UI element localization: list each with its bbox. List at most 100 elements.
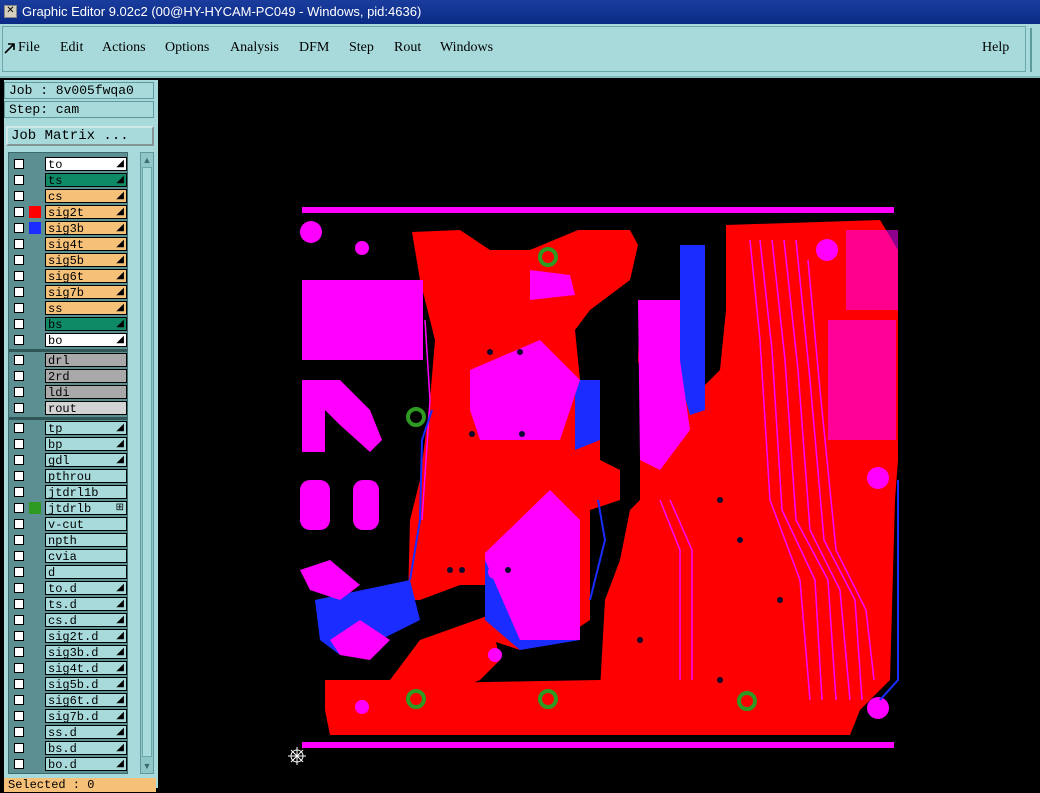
layer-checkbox[interactable] [14, 159, 24, 169]
layer-name[interactable]: sig7b.d ◢ [45, 709, 127, 723]
layer-checkbox[interactable] [14, 695, 24, 705]
layer-color-swatch[interactable] [29, 726, 41, 738]
layer-name[interactable]: bp ◢ [45, 437, 127, 451]
layer-checkbox[interactable] [14, 287, 24, 297]
layer-color-swatch[interactable] [29, 742, 41, 754]
layer-row[interactable]: sig3b ◢ [9, 220, 127, 236]
layer-row[interactable]: bp ◢ [9, 436, 127, 452]
layer-color-swatch[interactable] [29, 678, 41, 690]
layer-color-swatch[interactable] [29, 190, 41, 202]
layer-color-swatch[interactable] [29, 222, 41, 234]
layer-list-scrollbar[interactable]: ▲ ▼ [140, 152, 154, 774]
layer-color-swatch[interactable] [29, 662, 41, 674]
layer-checkbox[interactable] [14, 271, 24, 281]
layer-row[interactable]: bo ◢ [9, 332, 127, 348]
scrollbar-thumb[interactable] [142, 167, 152, 757]
layer-color-swatch[interactable] [29, 614, 41, 626]
layer-name[interactable]: sig4t ◢ [45, 237, 127, 251]
layer-row[interactable]: d [9, 564, 127, 580]
layer-name[interactable]: ss.d ◢ [45, 725, 127, 739]
layer-checkbox[interactable] [14, 679, 24, 689]
layer-color-swatch[interactable] [29, 518, 41, 530]
job-matrix-button[interactable]: Job Matrix ... [6, 126, 154, 146]
graphic-canvas[interactable] [160, 80, 1040, 788]
menu-windows[interactable]: Windows [440, 40, 493, 56]
layer-checkbox[interactable] [14, 567, 24, 577]
layer-color-swatch[interactable] [29, 550, 41, 562]
layer-row[interactable]: cs ◢ [9, 188, 127, 204]
layer-name[interactable]: to.d ◢ [45, 581, 127, 595]
menu-options[interactable]: Options [165, 40, 209, 56]
layer-row[interactable]: cvia [9, 548, 127, 564]
layer-row[interactable]: sig3b.d ◢ [9, 644, 127, 660]
layer-row[interactable]: sig5b.d ◢ [9, 676, 127, 692]
layer-name[interactable]: ts ◢ [45, 173, 127, 187]
layer-row[interactable]: v-cut [9, 516, 127, 532]
menu-actions[interactable]: Actions [102, 40, 146, 56]
layer-name[interactable]: bo.d ◢ [45, 757, 127, 771]
layer-color-swatch[interactable] [29, 354, 41, 366]
layer-color-swatch[interactable] [29, 438, 41, 450]
layer-color-swatch[interactable] [29, 470, 41, 482]
layer-checkbox[interactable] [14, 727, 24, 737]
layer-checkbox[interactable] [14, 303, 24, 313]
layer-checkbox[interactable] [14, 759, 24, 769]
menu-rout[interactable]: Rout [394, 40, 421, 56]
layer-name[interactable]: drl [45, 353, 127, 367]
layer-row[interactable]: gdl ◢ [9, 452, 127, 468]
layer-name[interactable]: sig3b.d ◢ [45, 645, 127, 659]
layer-checkbox[interactable] [14, 355, 24, 365]
layer-checkbox[interactable] [14, 191, 24, 201]
layer-color-swatch[interactable] [29, 158, 41, 170]
layer-row[interactable]: jtdrl1b [9, 484, 127, 500]
layer-checkbox[interactable] [14, 471, 24, 481]
layer-color-swatch[interactable] [29, 238, 41, 250]
layer-name[interactable]: sig2t.d ◢ [45, 629, 127, 643]
layer-checkbox[interactable] [14, 535, 24, 545]
layer-row[interactable]: to ◢ [9, 156, 127, 172]
layer-row[interactable]: ss ◢ [9, 300, 127, 316]
layer-name[interactable]: tp ◢ [45, 421, 127, 435]
layer-row[interactable]: jtdrlb ⊞ [9, 500, 127, 516]
layer-row[interactable]: pthrou [9, 468, 127, 484]
layer-color-swatch[interactable] [29, 318, 41, 330]
layer-checkbox[interactable] [14, 519, 24, 529]
layer-name[interactable]: ss ◢ [45, 301, 127, 315]
layer-checkbox[interactable] [14, 455, 24, 465]
layer-color-swatch[interactable] [29, 174, 41, 186]
layer-name[interactable]: 2rd [45, 369, 127, 383]
layer-row[interactable]: ss.d ◢ [9, 724, 127, 740]
layer-row[interactable]: sig6t ◢ [9, 268, 127, 284]
layer-checkbox[interactable] [14, 439, 24, 449]
layer-color-swatch[interactable] [29, 302, 41, 314]
layer-color-swatch[interactable] [29, 386, 41, 398]
layer-checkbox[interactable] [14, 583, 24, 593]
layer-color-swatch[interactable] [29, 710, 41, 722]
layer-color-swatch[interactable] [29, 582, 41, 594]
layer-row[interactable]: bo.d ◢ [9, 756, 127, 772]
menu-file[interactable]: File [18, 40, 40, 56]
layer-checkbox[interactable] [14, 319, 24, 329]
layer-name[interactable]: ts.d ◢ [45, 597, 127, 611]
layer-color-swatch[interactable] [29, 694, 41, 706]
layer-checkbox[interactable] [14, 615, 24, 625]
layer-row[interactable]: bs.d ◢ [9, 740, 127, 756]
layer-checkbox[interactable] [14, 255, 24, 265]
layer-row[interactable]: sig7b.d ◢ [9, 708, 127, 724]
layer-checkbox[interactable] [14, 175, 24, 185]
layer-name[interactable]: ldi [45, 385, 127, 399]
layer-row[interactable]: sig4t.d ◢ [9, 660, 127, 676]
layer-name[interactable]: v-cut [45, 517, 127, 531]
layer-color-swatch[interactable] [29, 402, 41, 414]
layer-row[interactable]: ts.d ◢ [9, 596, 127, 612]
layer-row[interactable]: tp ◢ [9, 420, 127, 436]
layer-checkbox[interactable] [14, 487, 24, 497]
layer-name[interactable]: bs ◢ [45, 317, 127, 331]
layer-row[interactable]: 2rd [9, 368, 127, 384]
layer-name[interactable]: sig5b.d ◢ [45, 677, 127, 691]
layer-name[interactable]: sig7b ◢ [45, 285, 127, 299]
layer-color-swatch[interactable] [29, 566, 41, 578]
layer-checkbox[interactable] [14, 387, 24, 397]
menu-step[interactable]: Step [349, 40, 374, 56]
layer-row[interactable]: cs.d ◢ [9, 612, 127, 628]
